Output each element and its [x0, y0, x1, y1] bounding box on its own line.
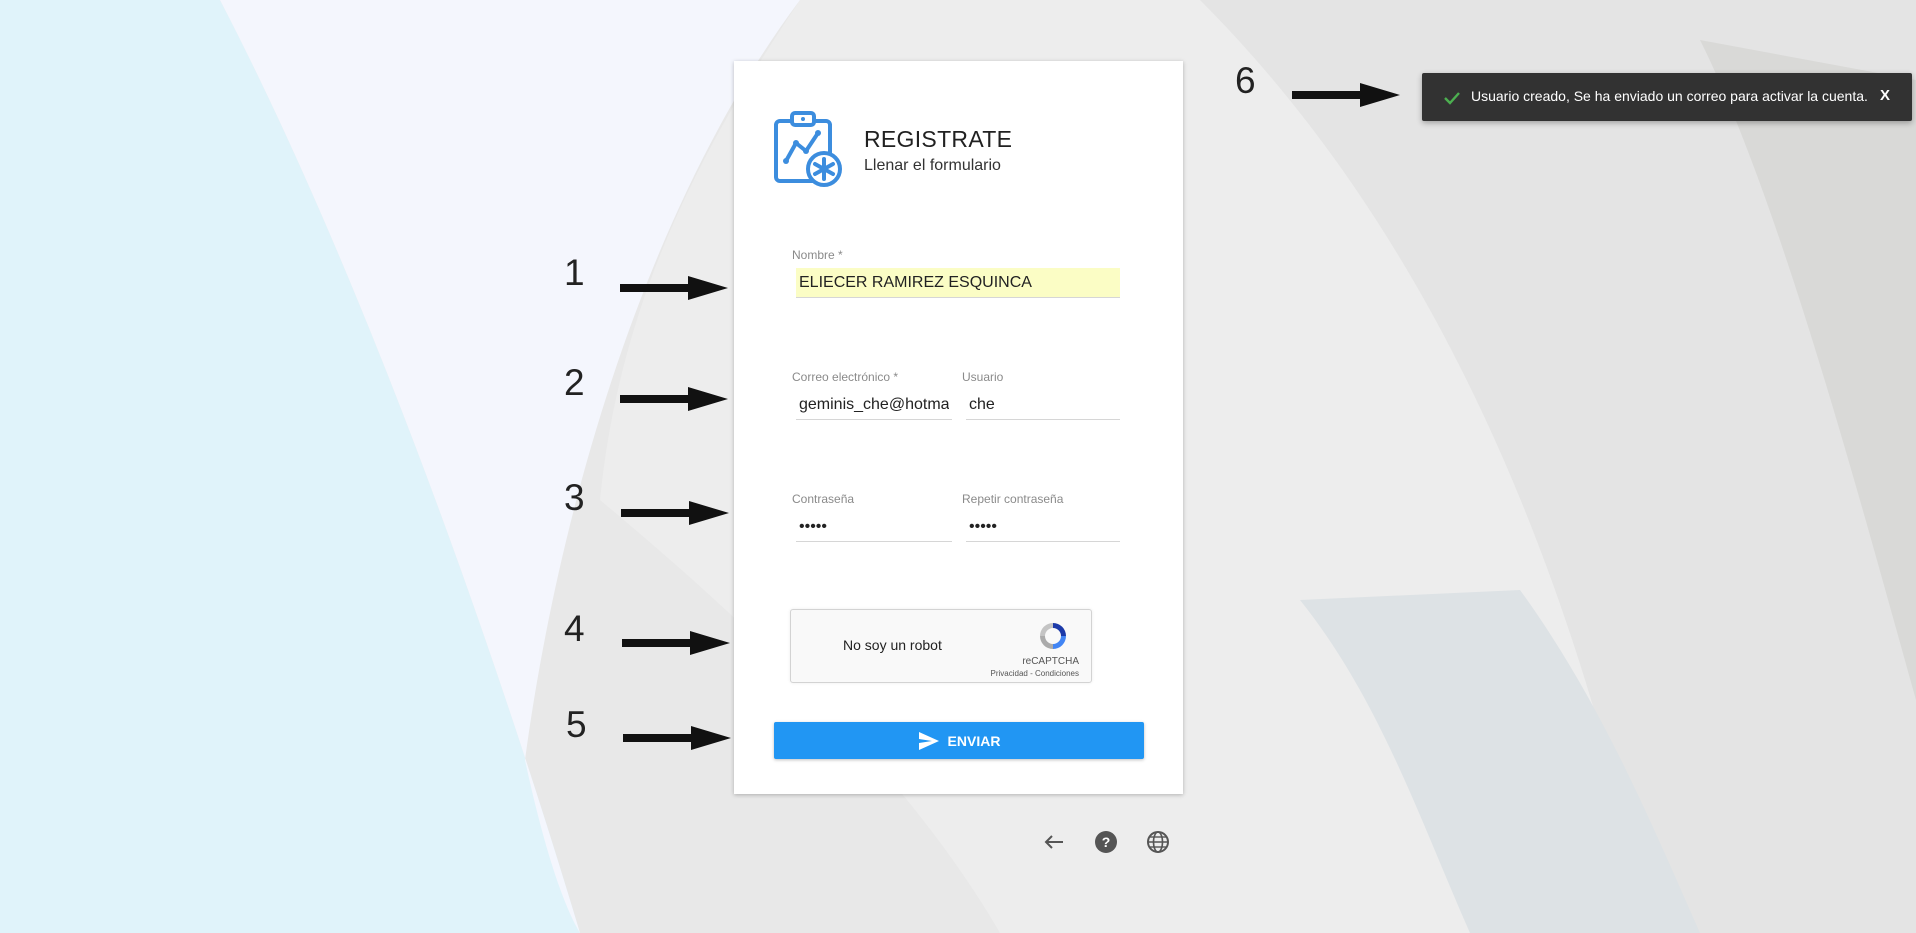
- enviar-label: ENVIAR: [947, 732, 1001, 749]
- annotation-arrow: [620, 276, 728, 300]
- annotation-number: 1: [564, 252, 585, 293]
- clipboard-chart-medical-icon: [774, 111, 842, 187]
- nombre-label: Nombre *: [792, 248, 843, 262]
- annotation-arrow: [623, 726, 731, 750]
- password-repeat-field: Repetir contraseña: [962, 492, 1120, 544]
- annotation-arrow: [1292, 83, 1400, 107]
- annotation-number: 3: [564, 477, 585, 518]
- recaptcha-logo-icon: [1040, 623, 1066, 649]
- email-input[interactable]: [796, 390, 952, 420]
- help-icon[interactable]: ?: [1093, 829, 1119, 855]
- arrow-left-icon[interactable]: [1041, 829, 1067, 855]
- annotation-number: 5: [566, 704, 587, 745]
- password-repeat-label: Repetir contraseña: [962, 492, 1064, 506]
- usuario-field: Usuario: [962, 370, 1120, 422]
- annotation-arrow: [621, 501, 729, 525]
- password-label: Contraseña: [792, 492, 855, 506]
- enviar-button[interactable]: ENVIAR: [774, 722, 1144, 759]
- password-repeat-input[interactable]: [966, 512, 1120, 542]
- register-card: REGISTRATE Llenar el formulario Nombre *…: [734, 61, 1183, 794]
- send-icon: [918, 731, 939, 750]
- recaptcha-label: No soy un robot: [843, 637, 942, 653]
- password-input[interactable]: [796, 512, 952, 542]
- page-subtitle: Llenar el formulario: [864, 157, 1001, 174]
- usuario-input[interactable]: [966, 390, 1120, 420]
- snackbar-notification: Usuario creado, Se ha enviado un correo …: [1422, 73, 1912, 121]
- recaptcha-widget[interactable]: No soy un robot reCAPTCHA Privacidad - C…: [790, 609, 1092, 683]
- annotation-arrow: [620, 387, 728, 411]
- annotation-number: 4: [564, 608, 585, 649]
- nombre-field: Nombre *: [792, 248, 1120, 300]
- recaptcha-links[interactable]: Privacidad - Condiciones: [991, 669, 1080, 678]
- svg-text:?: ?: [1102, 834, 1111, 850]
- correo-field: Correo electrónico *: [792, 370, 952, 422]
- password-field: Contraseña: [792, 492, 952, 544]
- globe-icon[interactable]: [1145, 829, 1171, 855]
- nombre-input[interactable]: [796, 268, 1120, 298]
- snackbar-message: Usuario creado, Se ha enviado un correo …: [1471, 88, 1868, 104]
- snackbar-close-button[interactable]: X: [1880, 87, 1890, 104]
- correo-label: Correo electrónico *: [792, 370, 899, 384]
- check-icon: [1444, 92, 1460, 105]
- annotation-number: 2: [564, 362, 585, 403]
- page-title: REGISTRATE: [864, 126, 1013, 152]
- annotation-number: 6: [1235, 60, 1256, 101]
- recaptcha-brand: reCAPTCHA: [1022, 656, 1079, 667]
- annotation-arrow: [622, 631, 730, 655]
- usuario-label: Usuario: [962, 370, 1004, 384]
